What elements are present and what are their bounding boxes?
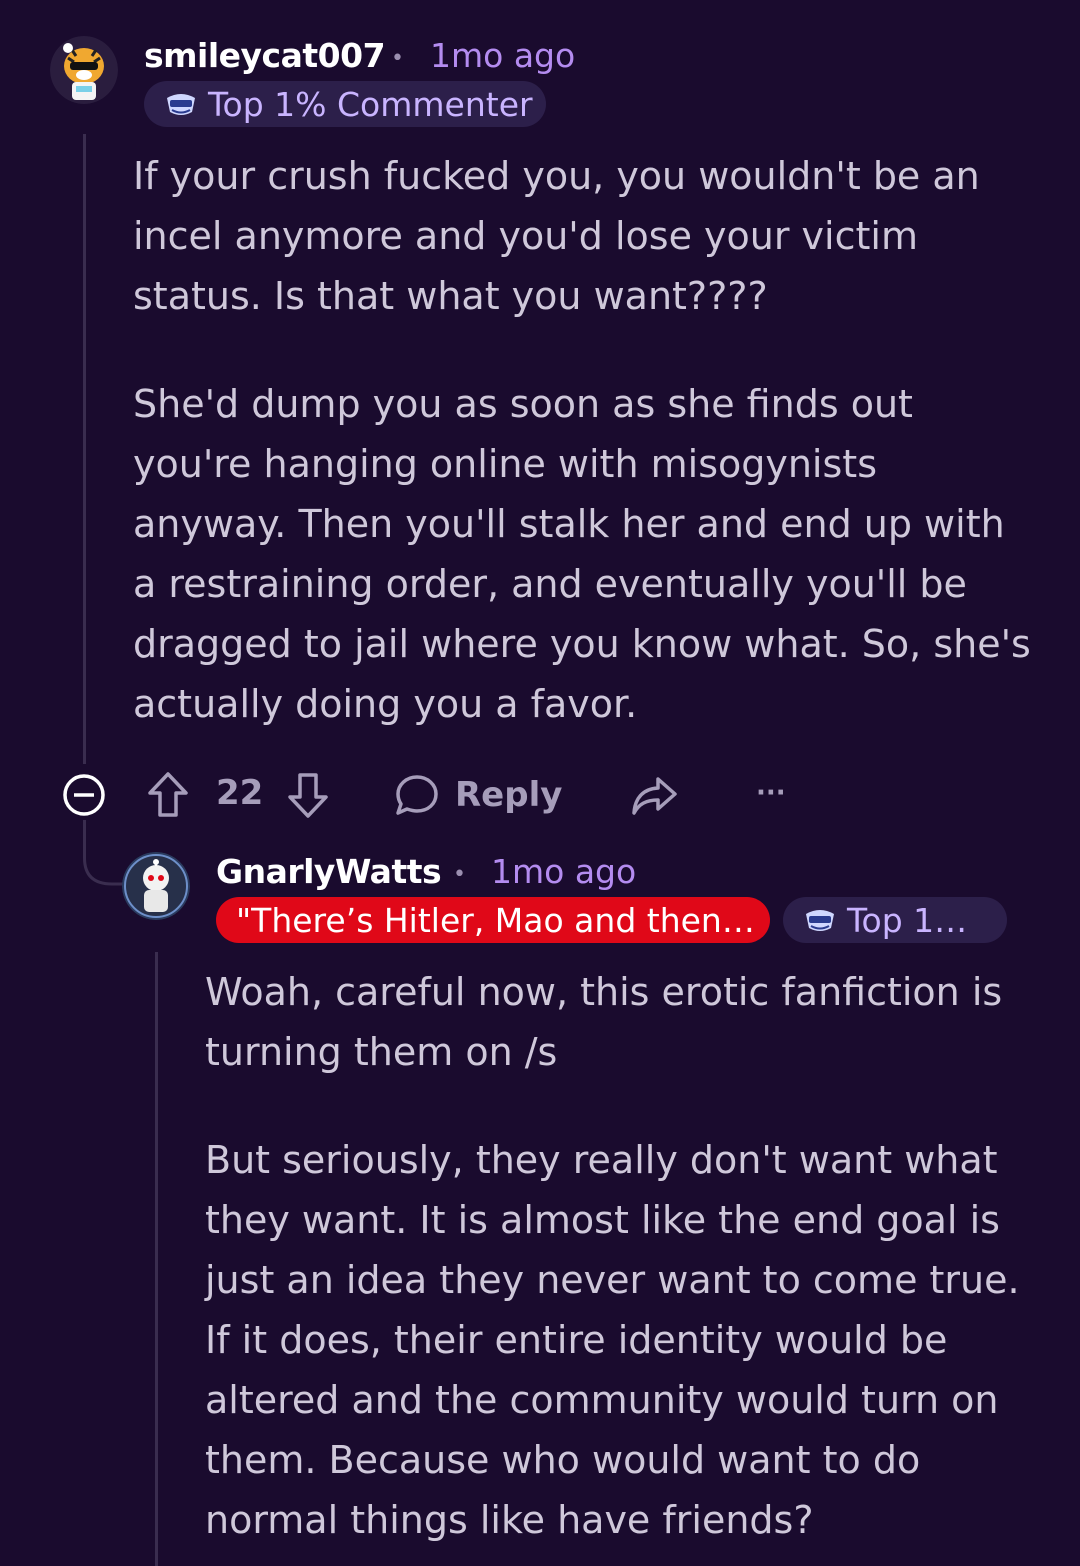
meta-separator: • [453,862,466,887]
share-button[interactable] [630,773,678,817]
vote-count: 22 [216,773,264,813]
comment-timestamp: 1mo ago [430,36,576,75]
comment-username[interactable]: GnarlyWatts [216,852,442,891]
flair-label: "There’s Hitler, Mao and then… [236,900,755,940]
flair-label: Top 1… [847,900,968,940]
user-flair: Top 1% Commenter [144,81,546,127]
thread-line-reply [155,952,158,1566]
reply-button[interactable]: Reply [393,771,562,819]
comment-timestamp: 1mo ago [491,852,637,891]
comment-paragraph: But seriously, they really don't want wh… [205,1138,1020,1542]
upvote-button[interactable] [145,770,191,820]
user-flair-red: "There’s Hitler, Mao and then… [216,897,770,943]
meta-separator: • [391,46,404,71]
comment-username[interactable]: smileycat007 [144,36,386,75]
thread-line-main [83,134,86,764]
flair-label: Top 1% Commenter [208,84,533,124]
comment-paragraph: She'd dump you as soon as she finds out … [133,382,1031,726]
comment-body: If your crush fucked you, you wouldn't b… [133,146,1033,734]
share-arrow-icon [632,777,677,815]
downvote-button[interactable] [285,770,331,820]
avatar[interactable] [122,852,190,920]
comment-paragraph: Woah, careful now, this erotic fanfictio… [205,970,1003,1074]
comment-body: Woah, careful now, this erotic fanfictio… [205,962,1035,1550]
speech-bubble-icon [396,775,438,815]
arrow-up-icon [148,772,188,817]
commenter-badge-icon [164,90,198,118]
collapse-minus-icon [63,774,105,816]
more-options-button[interactable]: ··· [756,778,786,808]
user-flair: Top 1… [783,897,1007,943]
commenter-badge-icon [803,906,837,934]
collapse-button[interactable] [62,773,106,817]
arrow-down-icon [288,773,328,818]
avatar[interactable] [50,36,118,104]
reply-label: Reply [455,775,563,815]
comment-paragraph: If your crush fucked you, you wouldn't b… [133,154,980,318]
